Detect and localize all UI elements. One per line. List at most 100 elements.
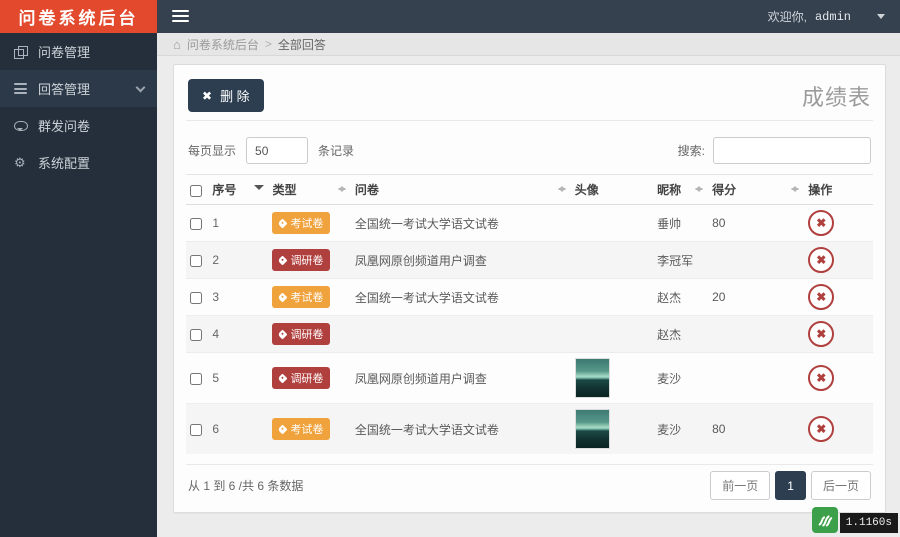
records-info: 从 1 到 6 /共 6 条数据 <box>188 477 303 494</box>
column-header-num[interactable]: 序号 <box>186 175 268 205</box>
row-delete-button[interactable]: ✖ <box>808 416 834 442</box>
table-row: 1 考试卷 全国统一考试大学语文试卷 垂帅 80 ✖ <box>186 205 873 242</box>
table-row: 4 调研卷 赵杰 ✖ <box>186 316 873 353</box>
row-checkbox[interactable] <box>190 292 202 304</box>
avatar <box>575 409 610 449</box>
avatar <box>575 358 610 398</box>
delete-button[interactable]: ✖ 删 除 <box>188 79 264 112</box>
thinkphp-debug-icon[interactable] <box>812 507 838 533</box>
column-header-survey[interactable]: 问卷 <box>351 175 571 205</box>
breadcrumb-separator: > <box>265 37 272 51</box>
chevron-down-icon <box>136 83 146 93</box>
row-number: 4 <box>212 327 219 341</box>
sort-icon[interactable] <box>695 182 704 195</box>
tag-icon <box>278 424 288 434</box>
breadcrumb-root[interactable]: 问卷系统后台 <box>187 36 259 53</box>
tag-icon <box>278 218 288 228</box>
type-badge: 调研卷 <box>272 323 330 345</box>
sidebar-item-answer-management[interactable]: 回答管理 <box>0 70 157 107</box>
sort-icon[interactable] <box>558 182 567 195</box>
comment-icon <box>14 121 38 131</box>
nickname: 赵杰 <box>653 279 708 316</box>
table-row: 5 调研卷 凤凰网原创频道用户调查 麦沙 ✖ <box>186 353 873 404</box>
list-icon <box>14 83 38 94</box>
row-number: 1 <box>212 216 219 230</box>
type-badge: 调研卷 <box>272 249 330 271</box>
row-checkbox[interactable] <box>190 424 202 436</box>
panel-header: ✖ 删 除 成绩表 <box>186 77 873 121</box>
survey-title: 凤凰网原创频道用户调查 <box>351 242 571 279</box>
column-header-type[interactable]: 类型 <box>268 175 350 205</box>
debug-bar: 1.1160s <box>812 507 898 533</box>
breadcrumb: ⌂ 问卷系统后台 > 全部回答 <box>157 33 900 56</box>
results-panel: ✖ 删 除 成绩表 每页显示 条记录 搜索: <box>173 64 886 513</box>
tag-icon <box>278 292 288 302</box>
nickname: 赵杰 <box>653 316 708 353</box>
per-page-suffix-label: 条记录 <box>318 142 354 159</box>
copy-icon <box>14 46 38 58</box>
home-icon[interactable]: ⌂ <box>173 38 181 51</box>
page-title: 成绩表 <box>802 80 871 112</box>
table-row: 2 调研卷 凤凰网原创频道用户调查 李冠军 ✖ <box>186 242 873 279</box>
sidebar-toggle-icon[interactable] <box>172 10 189 23</box>
row-checkbox[interactable] <box>190 218 202 230</box>
execution-time: 1.1160s <box>840 513 898 533</box>
search-label: 搜索: <box>678 142 705 159</box>
nickname: 垂帅 <box>653 205 708 242</box>
select-all-checkbox[interactable] <box>190 185 202 197</box>
table-row: 6 考试卷 全国统一考试大学语文试卷 麦沙 80 ✖ <box>186 404 873 455</box>
next-page-button[interactable]: 后一页 <box>811 471 871 500</box>
column-header-action[interactable]: 操作 <box>804 175 873 205</box>
sidebar-item-survey-management[interactable]: 问卷管理 <box>0 33 157 70</box>
sidebar-item-label: 问卷管理 <box>38 42 90 61</box>
column-header-avatar[interactable]: 头像 <box>571 175 653 205</box>
column-header-score[interactable]: 得分 <box>708 175 804 205</box>
score <box>708 316 804 353</box>
row-delete-button[interactable]: ✖ <box>808 321 834 347</box>
cogs-icon: ⚙ <box>14 156 38 169</box>
score <box>708 242 804 279</box>
welcome-label: 欢迎你, <box>768 8 807 25</box>
tag-icon <box>278 373 288 383</box>
tag-icon <box>278 329 288 339</box>
sidebar: 问卷管理 回答管理 群发问卷 ⚙ 系统配置 <box>0 33 157 537</box>
row-checkbox[interactable] <box>190 255 202 267</box>
sort-desc-icon[interactable] <box>254 185 264 195</box>
row-checkbox[interactable] <box>190 373 202 385</box>
sidebar-item-label: 群发问卷 <box>38 116 90 135</box>
sidebar-item-system-config[interactable]: ⚙ 系统配置 <box>0 144 157 181</box>
username: admin <box>815 10 851 24</box>
nickname: 麦沙 <box>653 404 708 455</box>
chevron-down-icon <box>877 14 885 19</box>
survey-title: 凤凰网原创频道用户调查 <box>351 353 571 404</box>
survey-title: 全国统一考试大学语文试卷 <box>351 279 571 316</box>
search-input[interactable] <box>713 137 871 164</box>
sort-icon[interactable] <box>338 182 347 195</box>
row-delete-button[interactable]: ✖ <box>808 210 834 236</box>
nickname: 李冠军 <box>653 242 708 279</box>
pagination: 前一页 1 后一页 <box>710 471 871 500</box>
type-badge: 考试卷 <box>272 212 330 234</box>
score: 80 <box>708 404 804 455</box>
user-menu[interactable]: 欢迎你, admin <box>768 8 885 25</box>
row-number: 6 <box>212 422 219 436</box>
app-logo: 问卷系统后台 <box>0 0 157 33</box>
row-delete-button[interactable]: ✖ <box>808 365 834 391</box>
table-footer: 从 1 到 6 /共 6 条数据 前一页 1 后一页 <box>186 464 873 502</box>
type-badge: 考试卷 <box>272 418 330 440</box>
column-header-nickname[interactable]: 昵称 <box>653 175 708 205</box>
type-badge: 考试卷 <box>272 286 330 308</box>
prev-page-button[interactable]: 前一页 <box>710 471 770 500</box>
row-number: 2 <box>212 253 219 267</box>
score: 20 <box>708 279 804 316</box>
top-navbar: 欢迎你, admin <box>157 0 900 33</box>
sidebar-item-mass-send[interactable]: 群发问卷 <box>0 107 157 144</box>
row-checkbox[interactable] <box>190 329 202 341</box>
row-delete-button[interactable]: ✖ <box>808 284 834 310</box>
per-page-input[interactable] <box>246 137 308 164</box>
sort-icon[interactable] <box>791 182 800 195</box>
row-delete-button[interactable]: ✖ <box>808 247 834 273</box>
delete-button-label: 删 除 <box>220 86 250 105</box>
page-1-button[interactable]: 1 <box>775 471 806 500</box>
survey-title <box>351 316 571 353</box>
